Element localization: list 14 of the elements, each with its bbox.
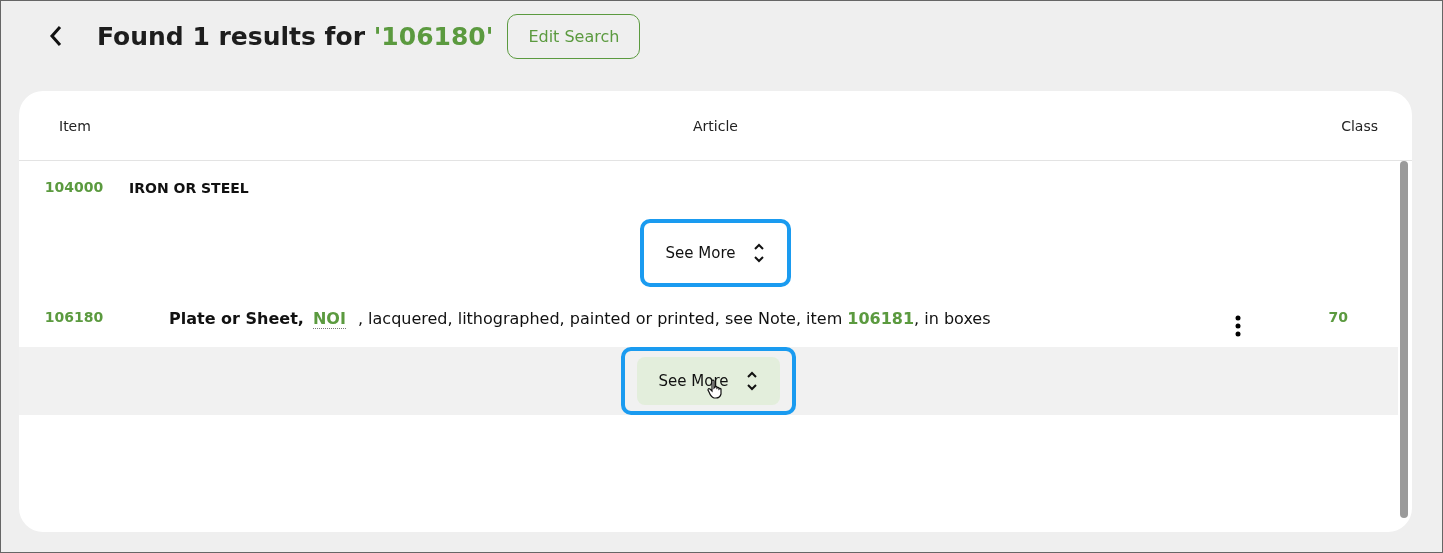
scrollbar[interactable] <box>1400 161 1408 518</box>
results-title: Found 1 results for '106180' <box>97 21 494 51</box>
column-header: Class <box>1340 117 1379 134</box>
more-options-icon[interactable] <box>1235 315 1241 338</box>
item-number: 104000 <box>44 179 104 195</box>
class-value: 70 <box>1328 309 1348 326</box>
see-more-button[interactable]: See More <box>636 357 781 406</box>
see-more-button[interactable]: See More <box>655 229 776 278</box>
column-header: Article <box>692 117 739 134</box>
group-heading: IRON OR STEEL <box>129 180 249 196</box>
column-header: Item <box>58 117 92 134</box>
item-number: 106180 <box>44 309 104 326</box>
back-icon[interactable] <box>49 25 63 47</box>
article-description: Plate or Sheet, NOI , lacquered, lithographed, painted or printed, see Note, item 106181, in boxes <box>169 309 991 329</box>
